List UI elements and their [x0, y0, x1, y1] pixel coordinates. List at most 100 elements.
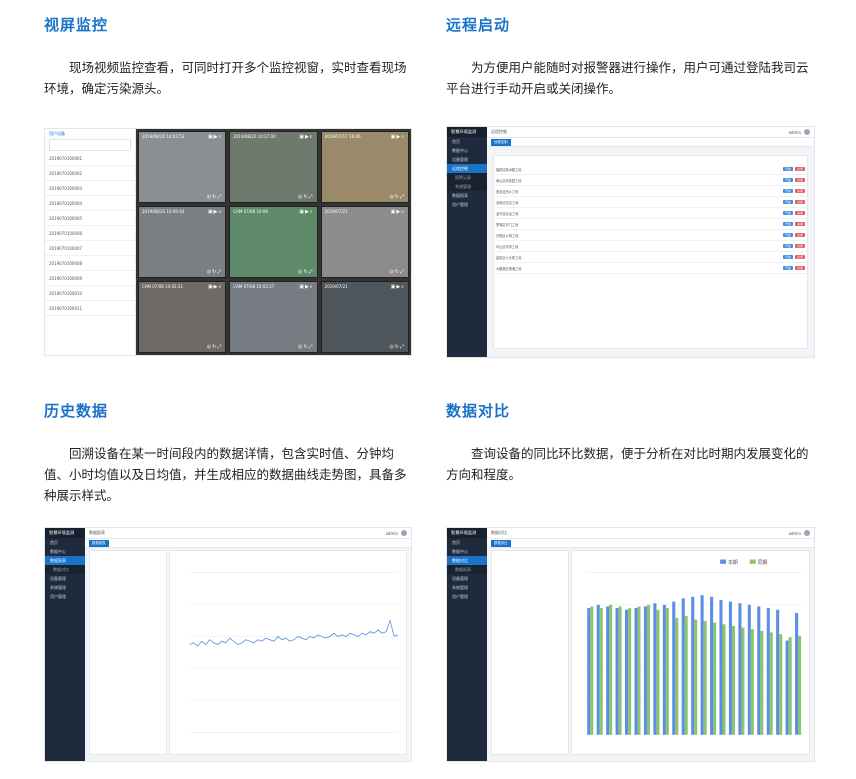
switch-on-button[interactable]: 开启 [782, 222, 793, 226]
camera-toolbar-icon[interactable]: ▣▶⌕ [208, 134, 222, 140]
bar [637, 606, 641, 735]
device-list-row[interactable]: 2019070100009 [45, 271, 135, 286]
tab-remote[interactable]: 远程控制 [491, 138, 511, 146]
switch-on-button[interactable]: 开启 [782, 189, 793, 193]
tab-compare[interactable]: 数据对比 [491, 539, 511, 547]
tab-history[interactable]: 数据报表 [89, 539, 109, 547]
switch-off-button[interactable]: 关闭 [794, 178, 805, 182]
switch-on-button[interactable]: 开启 [782, 233, 793, 237]
camera-view[interactable]: CAM 07/08 10:02:21 ▣▶⌕ ◎↻⤢ [138, 281, 227, 353]
camera-toolbar-icon[interactable]: ▣▶⌕ [391, 284, 405, 290]
device-list-row[interactable]: 2019070100007 [45, 241, 135, 256]
menu-item[interactable]: 首页 [447, 538, 487, 547]
device-list-row[interactable]: 2019070100001 [45, 151, 135, 166]
site-name: 光明区公明工地 [494, 229, 661, 241]
avatar[interactable] [401, 530, 407, 536]
menu-item[interactable]: 远程控制 [447, 164, 487, 173]
switch-on-button[interactable]: 开启 [782, 255, 793, 259]
camera-caption: CAM 07/08 10:02:21 [142, 284, 184, 289]
device-list-row[interactable]: 2019070100011 [45, 301, 135, 316]
camera-control-icon[interactable]: ◎↻⤢ [207, 194, 223, 200]
menu-item[interactable]: 用户管理 [45, 592, 85, 601]
camera-control-icon[interactable]: ◎↻⤢ [389, 194, 405, 200]
device-list-row[interactable]: 2019070100008 [45, 256, 135, 271]
avatar[interactable] [804, 129, 810, 135]
switch-off-button[interactable]: 关闭 [794, 189, 805, 193]
menu-item[interactable]: 数据中心 [447, 146, 487, 155]
device-list-row[interactable]: 2019070100006 [45, 226, 135, 241]
section-desc: 回溯设备在某一时间段内的数据详情，包含实时值、分钟均值、小时均值以及日均值，并生… [44, 446, 407, 503]
switch-off-button[interactable]: 关闭 [794, 244, 805, 248]
device-list-row[interactable]: 2019070100002 [45, 166, 135, 181]
device-list-row[interactable]: 2019070100010 [45, 286, 135, 301]
camera-control-icon[interactable]: ◎↻⤢ [389, 269, 405, 275]
bar [779, 634, 783, 735]
camera-toolbar-icon[interactable]: ▣▶⌕ [208, 209, 222, 215]
camera-view[interactable]: 2019/07/17 16:46 ▣▶⌕ ◎↻⤢ [320, 131, 409, 203]
camera-control-icon[interactable]: ◎↻⤢ [298, 269, 314, 275]
camera-control-icon[interactable]: ◎↻⤢ [298, 194, 314, 200]
menu-item[interactable]: 设备管理 [447, 155, 487, 164]
camera-view[interactable]: 2019/08/20 10:27:00 ▣▶⌕ ◎↻⤢ [229, 131, 318, 203]
menu-item[interactable]: 数据报表 [45, 556, 85, 565]
device-id: 2019070100001 [49, 155, 83, 161]
device-info-card [491, 550, 569, 755]
switch-off-button[interactable]: 关闭 [794, 255, 805, 259]
switch-off-button[interactable]: 关闭 [794, 233, 805, 237]
switch-off-button[interactable]: 关闭 [794, 266, 805, 270]
camera-toolbar-icon[interactable]: ▣▶⌕ [208, 284, 222, 290]
device-search-input[interactable] [49, 139, 131, 151]
device-list-row[interactable]: 2019070100003 [45, 181, 135, 196]
menu-item[interactable]: 系统管理 [45, 583, 85, 592]
camera-view[interactable]: CAM 07/08 10:02:27 ▣▶⌕ ◎↻⤢ [229, 281, 318, 353]
camera-toolbar-icon[interactable]: ▣▶⌕ [299, 209, 313, 215]
menu-item[interactable]: 数据报表 [447, 565, 487, 574]
camera-control-icon[interactable]: ◎↻⤢ [298, 344, 314, 350]
menu-item[interactable]: 数据对比 [447, 556, 487, 565]
menu-item[interactable]: 用户管理 [447, 200, 487, 209]
camera-view[interactable]: 2019/07/21 ▣▶⌕ ◎↻⤢ [320, 281, 409, 353]
menu-item[interactable]: 系统管理 [447, 583, 487, 592]
camera-view[interactable]: 2019/08/20 14:03:53 ▣▶⌕ ◎↻⤢ [138, 131, 227, 203]
menu-item[interactable]: 数据中心 [447, 547, 487, 556]
device-list-row[interactable]: 2019070100004 [45, 196, 135, 211]
camera-control-icon[interactable]: ◎↻⤢ [389, 344, 405, 350]
device-id: 2019070100002 [49, 170, 83, 176]
camera-toolbar-icon[interactable]: ▣▶⌕ [391, 209, 405, 215]
switch-off-button[interactable]: 关闭 [794, 211, 805, 215]
avatar[interactable] [804, 530, 810, 536]
menu-item[interactable]: 用户管理 [447, 592, 487, 601]
camera-view[interactable]: 2019/08/20 10:09:44 ▣▶⌕ ◎↻⤢ [138, 206, 227, 278]
camera-toolbar-icon[interactable]: ▣▶⌕ [299, 284, 313, 290]
menu-item[interactable]: 首页 [45, 538, 85, 547]
camera-toolbar-icon[interactable]: ▣▶⌕ [299, 134, 313, 140]
switch-on-button[interactable]: 开启 [782, 200, 793, 204]
menu-item[interactable]: 首页 [447, 137, 487, 146]
menu-item[interactable]: 设备管理 [45, 574, 85, 583]
device-list-row[interactable]: 2019070100005 [45, 211, 135, 226]
switch-off-button[interactable]: 关闭 [794, 222, 805, 226]
menu-item[interactable]: 设备管理 [447, 574, 487, 583]
menu-item[interactable]: 系统管理 [447, 182, 487, 191]
menu-item[interactable]: 报警记录 [447, 173, 487, 182]
camera-caption: 2019/07/17 16:46 [324, 134, 361, 139]
switch-on-button[interactable]: 开启 [782, 178, 793, 182]
camera-control-icon[interactable]: ◎↻⤢ [207, 344, 223, 350]
menu-item[interactable]: 数据对比 [45, 565, 85, 574]
bar [646, 604, 651, 735]
switch-on-button[interactable]: 开启 [782, 244, 793, 248]
switch-on-button[interactable]: 开启 [782, 266, 793, 270]
camera-view[interactable]: 2019/07/21 ▣▶⌕ ◎↻⤢ [320, 206, 409, 278]
camera-control-icon[interactable]: ◎↻⤢ [207, 269, 223, 275]
menu-item[interactable]: 数据报表 [447, 191, 487, 200]
switch-on-button[interactable]: 开启 [782, 211, 793, 215]
bar [795, 612, 799, 735]
switch-off-button[interactable]: 关闭 [794, 167, 805, 171]
camera-toolbar-icon[interactable]: ▣▶⌕ [391, 134, 405, 140]
switch-on-button[interactable]: 开启 [782, 167, 793, 171]
camera-view[interactable]: CAM 07/08 10:09 ▣▶⌕ ◎↻⤢ [229, 206, 318, 278]
compare-chart-card: 本期 同期 [571, 550, 810, 755]
switch-off-button[interactable]: 关闭 [794, 200, 805, 204]
device-info-card [89, 550, 167, 755]
menu-item[interactable]: 数据中心 [45, 547, 85, 556]
